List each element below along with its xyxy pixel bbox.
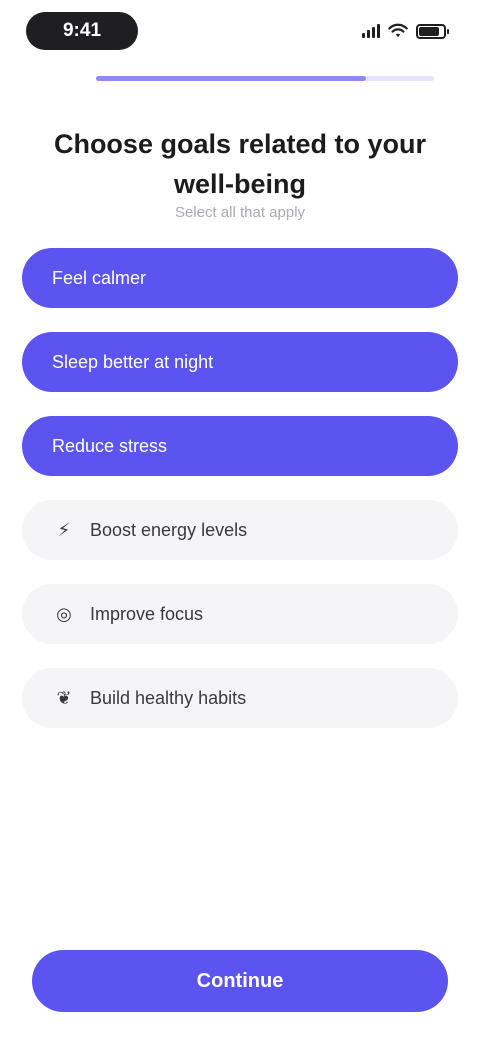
option-sleep-better[interactable]: Sleep better at night [22,332,458,392]
page-title: Choose goals related to your well-being [53,129,427,199]
progress-fill [96,76,367,81]
option-label: Build healthy habits [90,687,247,708]
option-feel-calmer[interactable]: Feel calmer [22,248,458,308]
status-icons [362,20,449,42]
page-subtitle: Select all that apply [174,204,306,221]
lightning-icon: ⚡ [57,519,71,540]
option-label: Sleep better at night [52,351,214,372]
status-time: 9:41 [26,12,138,50]
option-label: Feel calmer [52,267,147,288]
leaf-icon: ❦ [56,687,72,708]
goals-screen: 9:41 Choose goals related to your well-b… [0,0,480,1040]
battery-icon [416,23,449,39]
wifi-icon [388,23,408,37]
onboarding-progress [96,76,434,81]
target-icon: ◎ [56,603,72,624]
option-improve-focus[interactable]: ◎ Improve focus [22,584,458,644]
option-boost-energy[interactable]: ⚡ Boost energy levels [22,500,458,560]
signal-icon [362,24,380,38]
status-bar: 9:41 [0,0,480,60]
option-healthy-habits[interactable]: ❦ Build healthy habits [22,668,458,728]
option-label: Reduce stress [52,435,168,456]
option-label: Boost energy levels [90,519,248,540]
option-reduce-stress[interactable]: Reduce stress [22,416,458,476]
continue-button[interactable]: Continue [32,950,448,1012]
option-label: Improve focus [90,603,204,624]
